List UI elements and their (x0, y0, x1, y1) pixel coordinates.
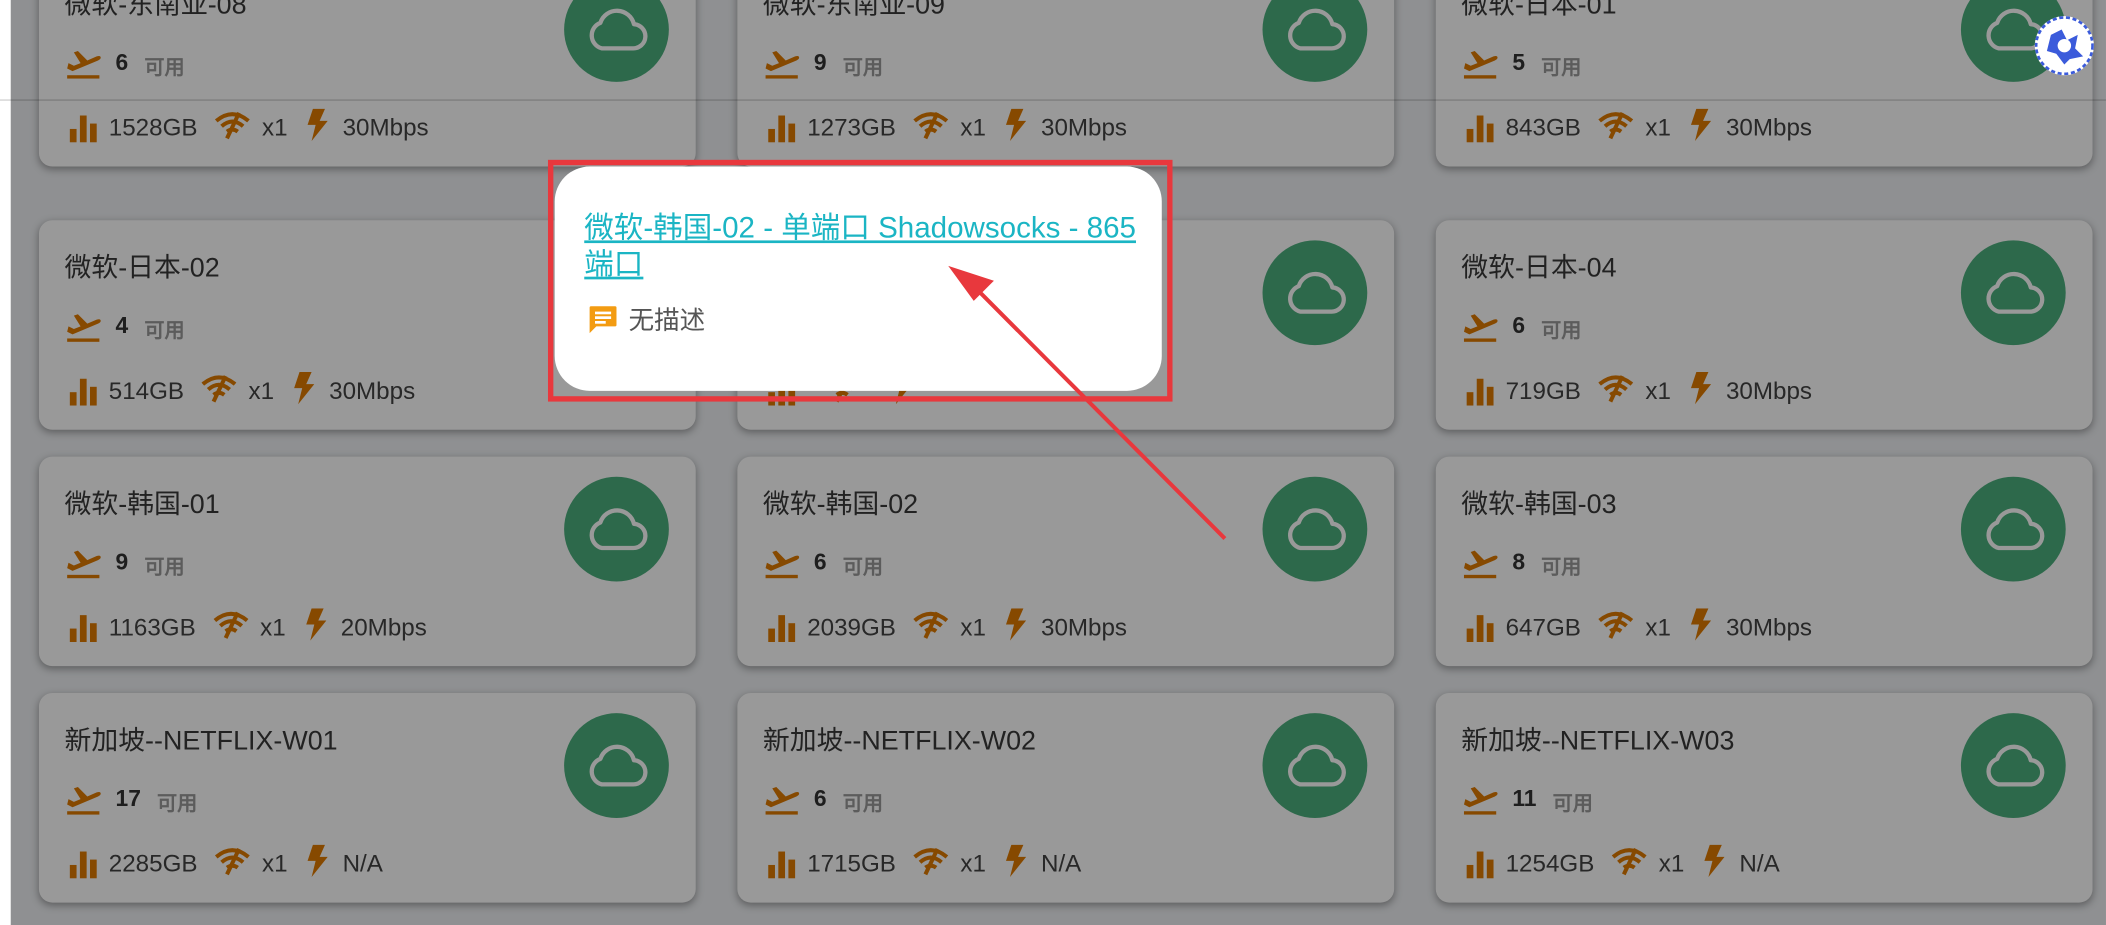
screen: 微软-东南亚-08 6 可用 1528GB x1 30Mbps 微软-东南亚-09 9 可用 1… (0, 0, 2106, 925)
annotation-arrow (948, 265, 1227, 541)
